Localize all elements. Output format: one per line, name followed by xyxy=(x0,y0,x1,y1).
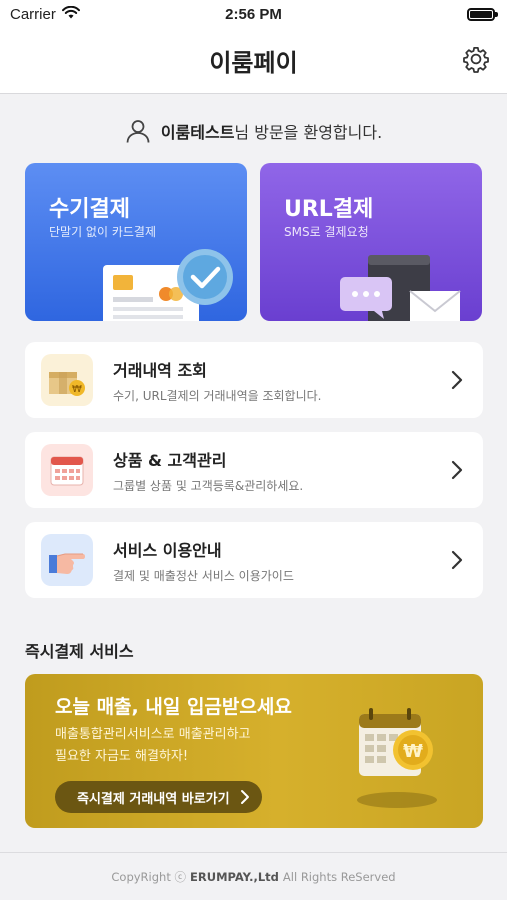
manual-payment-title: 수기결제 xyxy=(49,197,130,222)
menu-item-product-customer[interactable]: 상품 & 고객관리 그룹별 상품 및 고객등록&관리하세요. xyxy=(25,432,483,508)
menu-item-service-guide[interactable]: 서비스 이용안내 결제 및 매출정산 서비스 이용가이드 xyxy=(25,522,483,598)
menu-title-service-guide: 서비스 이용안내 xyxy=(113,540,222,560)
chevron-right-icon xyxy=(240,790,249,804)
credit-card-check-icon xyxy=(103,249,233,321)
chevron-right-icon xyxy=(445,368,469,392)
battery-fill xyxy=(470,10,492,18)
settings-button[interactable] xyxy=(461,44,491,74)
menu-title-product-customer: 상품 & 고객관리 xyxy=(113,450,227,470)
nav-bar: 이룸페이 xyxy=(0,28,507,94)
menu-item-transaction-history[interactable]: ₩ 거래내역 조회 수기, URL결제의 거래내역을 조회합니다. xyxy=(25,342,483,418)
manual-payment-card[interactable]: 수기결제 단말기 없이 카드결제 xyxy=(25,163,247,321)
menu-desc-service-guide: 결제 및 매출정산 서비스 이용가이드 xyxy=(113,568,294,583)
footer: CopyRight ⓒ ERUMPAY.,Ltd All Rights ReSe… xyxy=(0,852,507,900)
chevron-right-icon xyxy=(445,458,469,482)
gear-icon xyxy=(463,47,489,73)
menu-desc-transaction-history: 수기, URL결제의 거래내역을 조회합니다. xyxy=(113,388,322,403)
svg-text:₩: ₩ xyxy=(403,741,423,762)
status-bar: Carrier 2:56 PM xyxy=(0,0,507,28)
welcome-message: 이룸테스트님 방문을 환영합니다. xyxy=(0,116,507,146)
carrier-label: Carrier xyxy=(10,5,56,23)
promo-line-1: 매출통합관리서비스로 매출관리하고 xyxy=(55,727,251,742)
pointing-hand-icon xyxy=(41,534,93,586)
user-icon xyxy=(126,120,150,143)
wifi-icon xyxy=(61,5,80,23)
url-payment-subtitle: SMS로 결제요청 xyxy=(284,225,369,239)
section-title-instant-payment: 즉시결제 서비스 xyxy=(25,642,134,661)
promo-description: 매출통합관리서비스로 매출관리하고 필요한 자금도 해결하자! xyxy=(55,724,315,768)
url-payment-card[interactable]: URL결제 SMS로 결제요청 xyxy=(260,163,482,321)
phone-message-icon xyxy=(340,255,461,321)
footer-suffix: All Rights ReServed xyxy=(282,869,396,884)
svg-text:₩: ₩ xyxy=(72,384,82,395)
menu-desc-product-customer: 그룹별 상품 및 고객등록&관리하세요. xyxy=(113,478,304,493)
page-title: 이룸페이 xyxy=(209,49,298,77)
promo-line-2: 필요한 자금도 해결하자! xyxy=(55,749,189,764)
footer-brand: ERUMPAY.,Ltd xyxy=(190,869,279,884)
box-coin-icon: ₩ xyxy=(41,354,93,406)
welcome-suffix: 님 방문을 환영합니다. xyxy=(234,123,383,142)
instant-payment-history-label: 즉시결제 거래내역 바로가기 xyxy=(77,791,230,807)
battery-icon xyxy=(467,7,498,21)
menu-title-transaction-history: 거래내역 조회 xyxy=(113,360,207,380)
promo-title: 오늘 매출, 내일 입금받으세요 xyxy=(55,696,292,718)
user-name: 이룸테스트 xyxy=(160,123,235,142)
status-left: Carrier xyxy=(10,5,80,23)
calendar-icon xyxy=(41,444,93,496)
instant-payment-banner[interactable]: 오늘 매출, 내일 입금받으세요 매출통합관리서비스로 매출관리하고 필요한 자… xyxy=(25,674,483,828)
instant-payment-history-button[interactable]: 즉시결제 거래내역 바로가기 xyxy=(55,781,262,813)
chevron-right-icon xyxy=(445,548,469,572)
url-payment-title: URL결제 xyxy=(284,197,374,222)
footer-prefix: CopyRight ⓒ xyxy=(111,869,187,884)
manual-payment-subtitle: 단말기 없이 카드결제 xyxy=(49,225,156,239)
calendar-coin-icon: ₩ xyxy=(357,708,437,808)
